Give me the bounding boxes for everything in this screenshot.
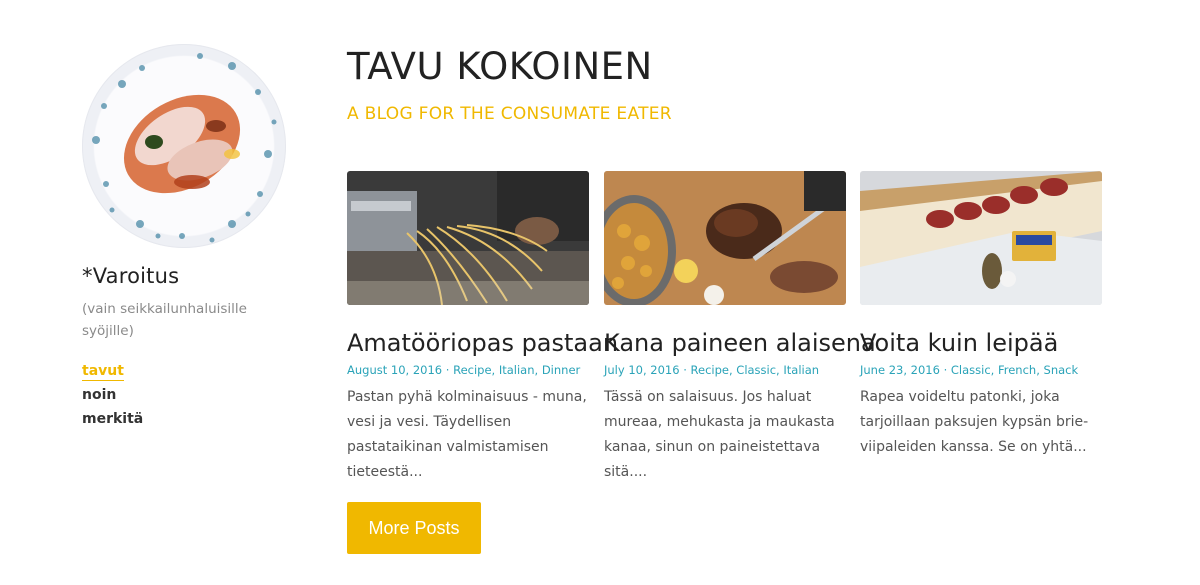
more-posts-button[interactable]: More Posts <box>347 502 481 554</box>
sidebar-nav-item: noin <box>82 384 292 403</box>
post-title[interactable]: Amatööriopas pastaan <box>347 329 618 357</box>
pasta-image <box>347 171 589 305</box>
avatar[interactable] <box>82 44 286 248</box>
meta-separator: · <box>943 363 951 377</box>
post-date[interactable]: June 23, 2016 <box>860 363 940 377</box>
post-card: Kana paineen alaisena July 10, 2016 · Re… <box>604 171 876 485</box>
post-date[interactable]: August 10, 2016 <box>347 363 442 377</box>
site-description: (vain seikkailunhaluisille syöjille) <box>82 301 247 339</box>
post-thumbnail-pasta[interactable] <box>347 171 589 305</box>
site-name: *Varoitus <box>82 264 180 288</box>
meta-separator: · <box>445 363 454 377</box>
post-meta: June 23, 2016 · Classic, French, Snack <box>860 363 1102 377</box>
post-card: Amatööriopas pastaan August 10, 2016 · R… <box>347 171 618 485</box>
post-thumbnail-bread[interactable] <box>860 171 1102 305</box>
post-tags[interactable]: Recipe, Classic, Italian <box>691 363 820 377</box>
post-tags[interactable]: Recipe, Italian, Dinner <box>453 363 580 377</box>
post-thumbnail-chicken[interactable] <box>604 171 846 305</box>
chicken-image <box>604 171 846 305</box>
meta-separator: · <box>683 363 691 377</box>
sidebar-nav-item: merkitä <box>82 408 292 427</box>
plate-food-image <box>92 53 277 243</box>
post-meta: August 10, 2016 · Recipe, Italian, Dinne… <box>347 363 589 377</box>
nav-link-merkita[interactable]: merkitä <box>82 411 143 427</box>
post-excerpt: Pastan pyhä kolminaisuus - muna, vesi ja… <box>347 389 587 480</box>
post-meta: July 10, 2016 · Recipe, Classic, Italian <box>604 363 846 377</box>
bread-image <box>860 171 1102 305</box>
blog-title[interactable]: TAVU KOKOINEN <box>347 40 1107 94</box>
post-card: Voita kuin leipää June 23, 2016 · Classi… <box>860 171 1102 460</box>
blog-tagline: A BLOG FOR THE CONSUMATE EATER <box>347 104 672 124</box>
post-date[interactable]: July 10, 2016 <box>604 363 680 377</box>
nav-link-tavut[interactable]: tavut <box>82 363 124 381</box>
sidebar-nav: tavut noin merkitä <box>82 360 292 427</box>
main-content: TAVU KOKOINEN A BLOG FOR THE CONSUMATE E… <box>347 40 1107 554</box>
sidebar-nav-item: tavut <box>82 360 292 381</box>
sidebar: *Varoitus (vain seikkailunhaluisille syö… <box>82 44 292 432</box>
nav-link-noin[interactable]: noin <box>82 387 116 403</box>
post-excerpt: Tässä on salaisuus. Jos haluat mureaa, m… <box>604 389 835 480</box>
post-title[interactable]: Kana paineen alaisena <box>604 329 876 357</box>
post-tags[interactable]: Classic, French, Snack <box>951 363 1078 377</box>
post-excerpt: Rapea voideltu patonki, joka tarjoillaan… <box>860 389 1089 455</box>
post-title[interactable]: Voita kuin leipää <box>860 329 1102 357</box>
